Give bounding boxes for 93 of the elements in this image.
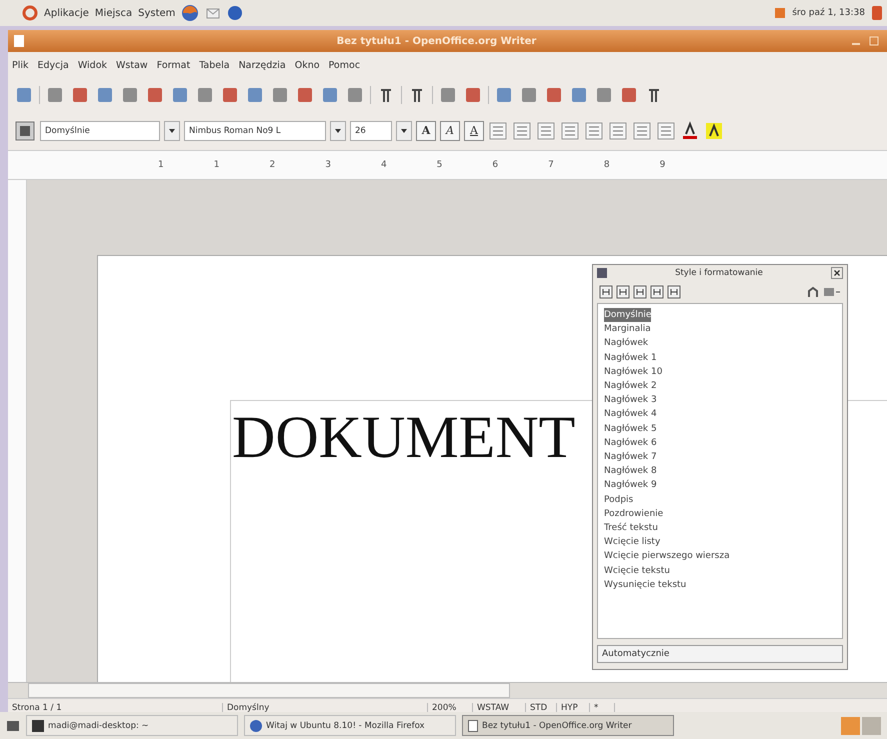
horizontal-scrollbar[interactable] [8,682,887,698]
menu-item[interactable]: Widok [78,60,108,70]
style-item[interactable]: Nagłówek 4 [604,407,657,422]
style-item[interactable]: Nagłówek 3 [604,393,657,408]
ruler-number: 9 [660,160,666,170]
ruler-number: 5 [436,160,442,170]
style-category-icon[interactable] [633,285,647,299]
indent-icon[interactable] [656,121,676,141]
font-color-icon[interactable] [680,121,700,141]
taskbar-button[interactable]: Bez tytułu1 - OpenOffice.org Writer [462,715,674,736]
bold-button[interactable]: A [416,121,436,141]
taskbar-button[interactable]: Witaj w Ubuntu 8.10! - Mozilla Firefox [244,715,456,736]
ruler-number: 7 [548,160,554,170]
maximize-icon[interactable] [867,35,881,47]
list-icon[interactable] [584,121,604,141]
ruler-number: 4 [380,160,387,170]
window-title: Bez tytułu1 - OpenOffice.org Writer [336,36,538,46]
style-item[interactable]: Wcięcie listy [604,535,660,550]
new-style-icon[interactable] [823,285,841,299]
style-category-icon[interactable] [667,285,681,299]
highlight-icon[interactable] [704,121,724,141]
panel-icon [597,268,607,278]
style-item[interactable]: Pozdrowienie [604,506,664,522]
align-icon[interactable] [536,121,556,141]
panel-menu[interactable]: System [138,8,176,18]
style-field[interactable]: Domyślnie [40,121,160,141]
menu-item[interactable]: Tabela [199,60,230,70]
terminal-icon [32,720,44,732]
style-item[interactable]: Podpis [604,492,634,507]
clock[interactable]: śro paź 1, 13:38 [792,8,865,18]
fill-format-icon[interactable] [806,285,820,299]
panel-menu[interactable]: Miejsca [94,8,132,18]
menu-item[interactable]: Wstaw [116,60,148,70]
dropdown-button[interactable] [330,121,346,141]
align-icon[interactable] [488,121,508,141]
menu-item[interactable]: Pomoc [328,60,360,70]
align-icon[interactable] [560,121,580,141]
style-item[interactable]: Wysunięcie tekstu [604,578,686,592]
menu-item[interactable]: Format [156,60,190,70]
notification-icon[interactable] [774,7,786,19]
menu-item[interactable]: Edycja [38,60,69,70]
font-field[interactable]: Nimbus Roman No9 L [184,121,326,141]
ruler-number: 6 [492,160,498,170]
style-item[interactable]: Wcięcie tekstu [604,564,670,578]
style-item[interactable]: Nagłówek 6 [604,436,657,450]
menu-item[interactable]: Plik [12,60,29,70]
style-item[interactable]: Nagłówek 5 [604,422,657,436]
scroll-thumb[interactable] [28,683,510,698]
workspace-switcher-icon[interactable] [841,716,881,734]
style-category-icon[interactable] [616,285,630,299]
style-item[interactable]: Nagłówek 9 [604,478,657,493]
style-category-icon[interactable] [599,285,613,299]
panel-title: Style i formatowanie [674,268,764,278]
ruler-number: 8 [604,160,610,170]
ruler-number: 1 [214,160,220,170]
document-icon [468,720,478,732]
dropdown-button[interactable] [396,121,412,141]
menu-item[interactable]: Okno [294,60,320,70]
menu-item[interactable]: Narzędzia [238,60,286,70]
underline-button[interactable]: A [464,121,484,141]
style-item[interactable]: Nagłówek 1 [604,350,657,365]
style-item[interactable]: Marginalia [604,322,651,336]
style-item[interactable]: Nagłówek 7 [604,450,657,464]
document-text: DOKUMENT [232,403,576,472]
dropdown-button[interactable] [164,121,180,141]
close-button[interactable] [831,267,843,279]
align-icon[interactable] [512,121,532,141]
style-category-icon[interactable] [650,285,664,299]
document-icon [14,35,24,47]
style-item[interactable]: Wcięcie pierwszego wiersza [604,549,730,564]
ubuntu-logo-icon[interactable] [22,5,38,21]
ruler-number: 2 [269,160,276,170]
power-icon[interactable] [871,5,883,21]
style-item[interactable]: Nagłówek 2 [604,379,657,394]
style-item[interactable]: Nagłówek 8 [604,464,657,478]
filter-dropdown[interactable]: Automatycznie [597,645,843,663]
style-item[interactable]: Nagłówek [604,336,648,351]
style-item[interactable]: Treść tekstu [604,521,658,536]
ruler-number: 1 [158,160,164,170]
panel-menu[interactable]: Aplikacje [44,8,89,18]
style-item[interactable]: Domyślnie [604,308,652,322]
globe-icon[interactable] [181,4,200,22]
size-field[interactable]: 26 [350,121,392,141]
style-item[interactable]: Nagłówek 10 [604,364,662,380]
globe-icon [250,720,262,732]
italic-button[interactable]: A [440,121,460,141]
show-desktop-icon[interactable] [6,718,20,732]
taskbar-button[interactable]: madi@madi-desktop: ~ [26,715,238,736]
help-icon[interactable] [227,5,244,21]
list-icon[interactable] [608,121,628,141]
indent-icon[interactable] [632,121,652,141]
styles-icon[interactable] [14,120,36,142]
ruler-number: 3 [325,160,331,170]
